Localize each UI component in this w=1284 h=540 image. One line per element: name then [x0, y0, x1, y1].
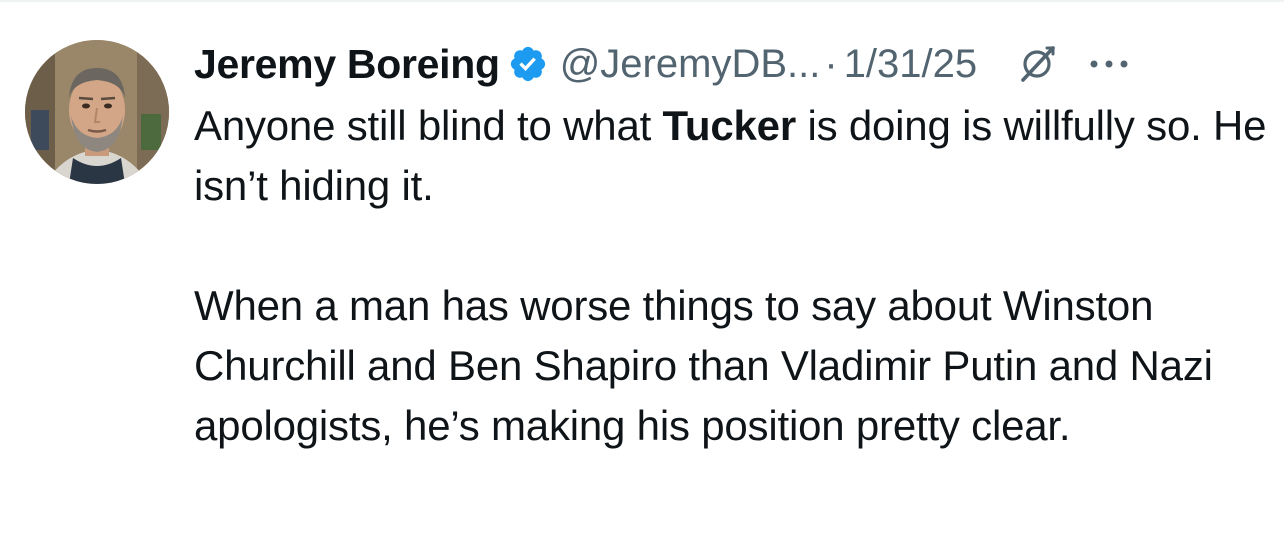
- author-handle[interactable]: @JeremyDB...: [560, 42, 821, 87]
- grok-icon[interactable]: [1017, 44, 1057, 84]
- tweet-content: Jeremy Boreing @JeremyDB... · 1/31/25 An…: [194, 32, 1274, 456]
- meta-separator: ·: [824, 41, 838, 86]
- tweet-paragraph-2: When a man has worse things to say about…: [194, 282, 1213, 449]
- verified-badge-icon: [508, 44, 548, 84]
- tweet-date[interactable]: 1/31/25: [844, 42, 977, 87]
- tweet-header: Jeremy Boreing @JeremyDB... · 1/31/25: [194, 32, 1274, 96]
- author-display-name[interactable]: Jeremy Boreing: [194, 41, 500, 88]
- avatar-photo-icon: [25, 40, 169, 184]
- avatar[interactable]: [25, 40, 169, 184]
- tweet[interactable]: Jeremy Boreing @JeremyDB... · 1/31/25 An…: [0, 0, 1284, 540]
- bold-text-tucker: Tucker: [662, 102, 797, 149]
- more-options-icon[interactable]: [1087, 54, 1131, 74]
- text-segment: Anyone still blind to what: [194, 102, 663, 149]
- tweet-text: Anyone still blind to what Tucker is doi…: [194, 96, 1274, 456]
- tweet-paragraph-1: Anyone still blind to what Tucker is doi…: [194, 96, 1274, 216]
